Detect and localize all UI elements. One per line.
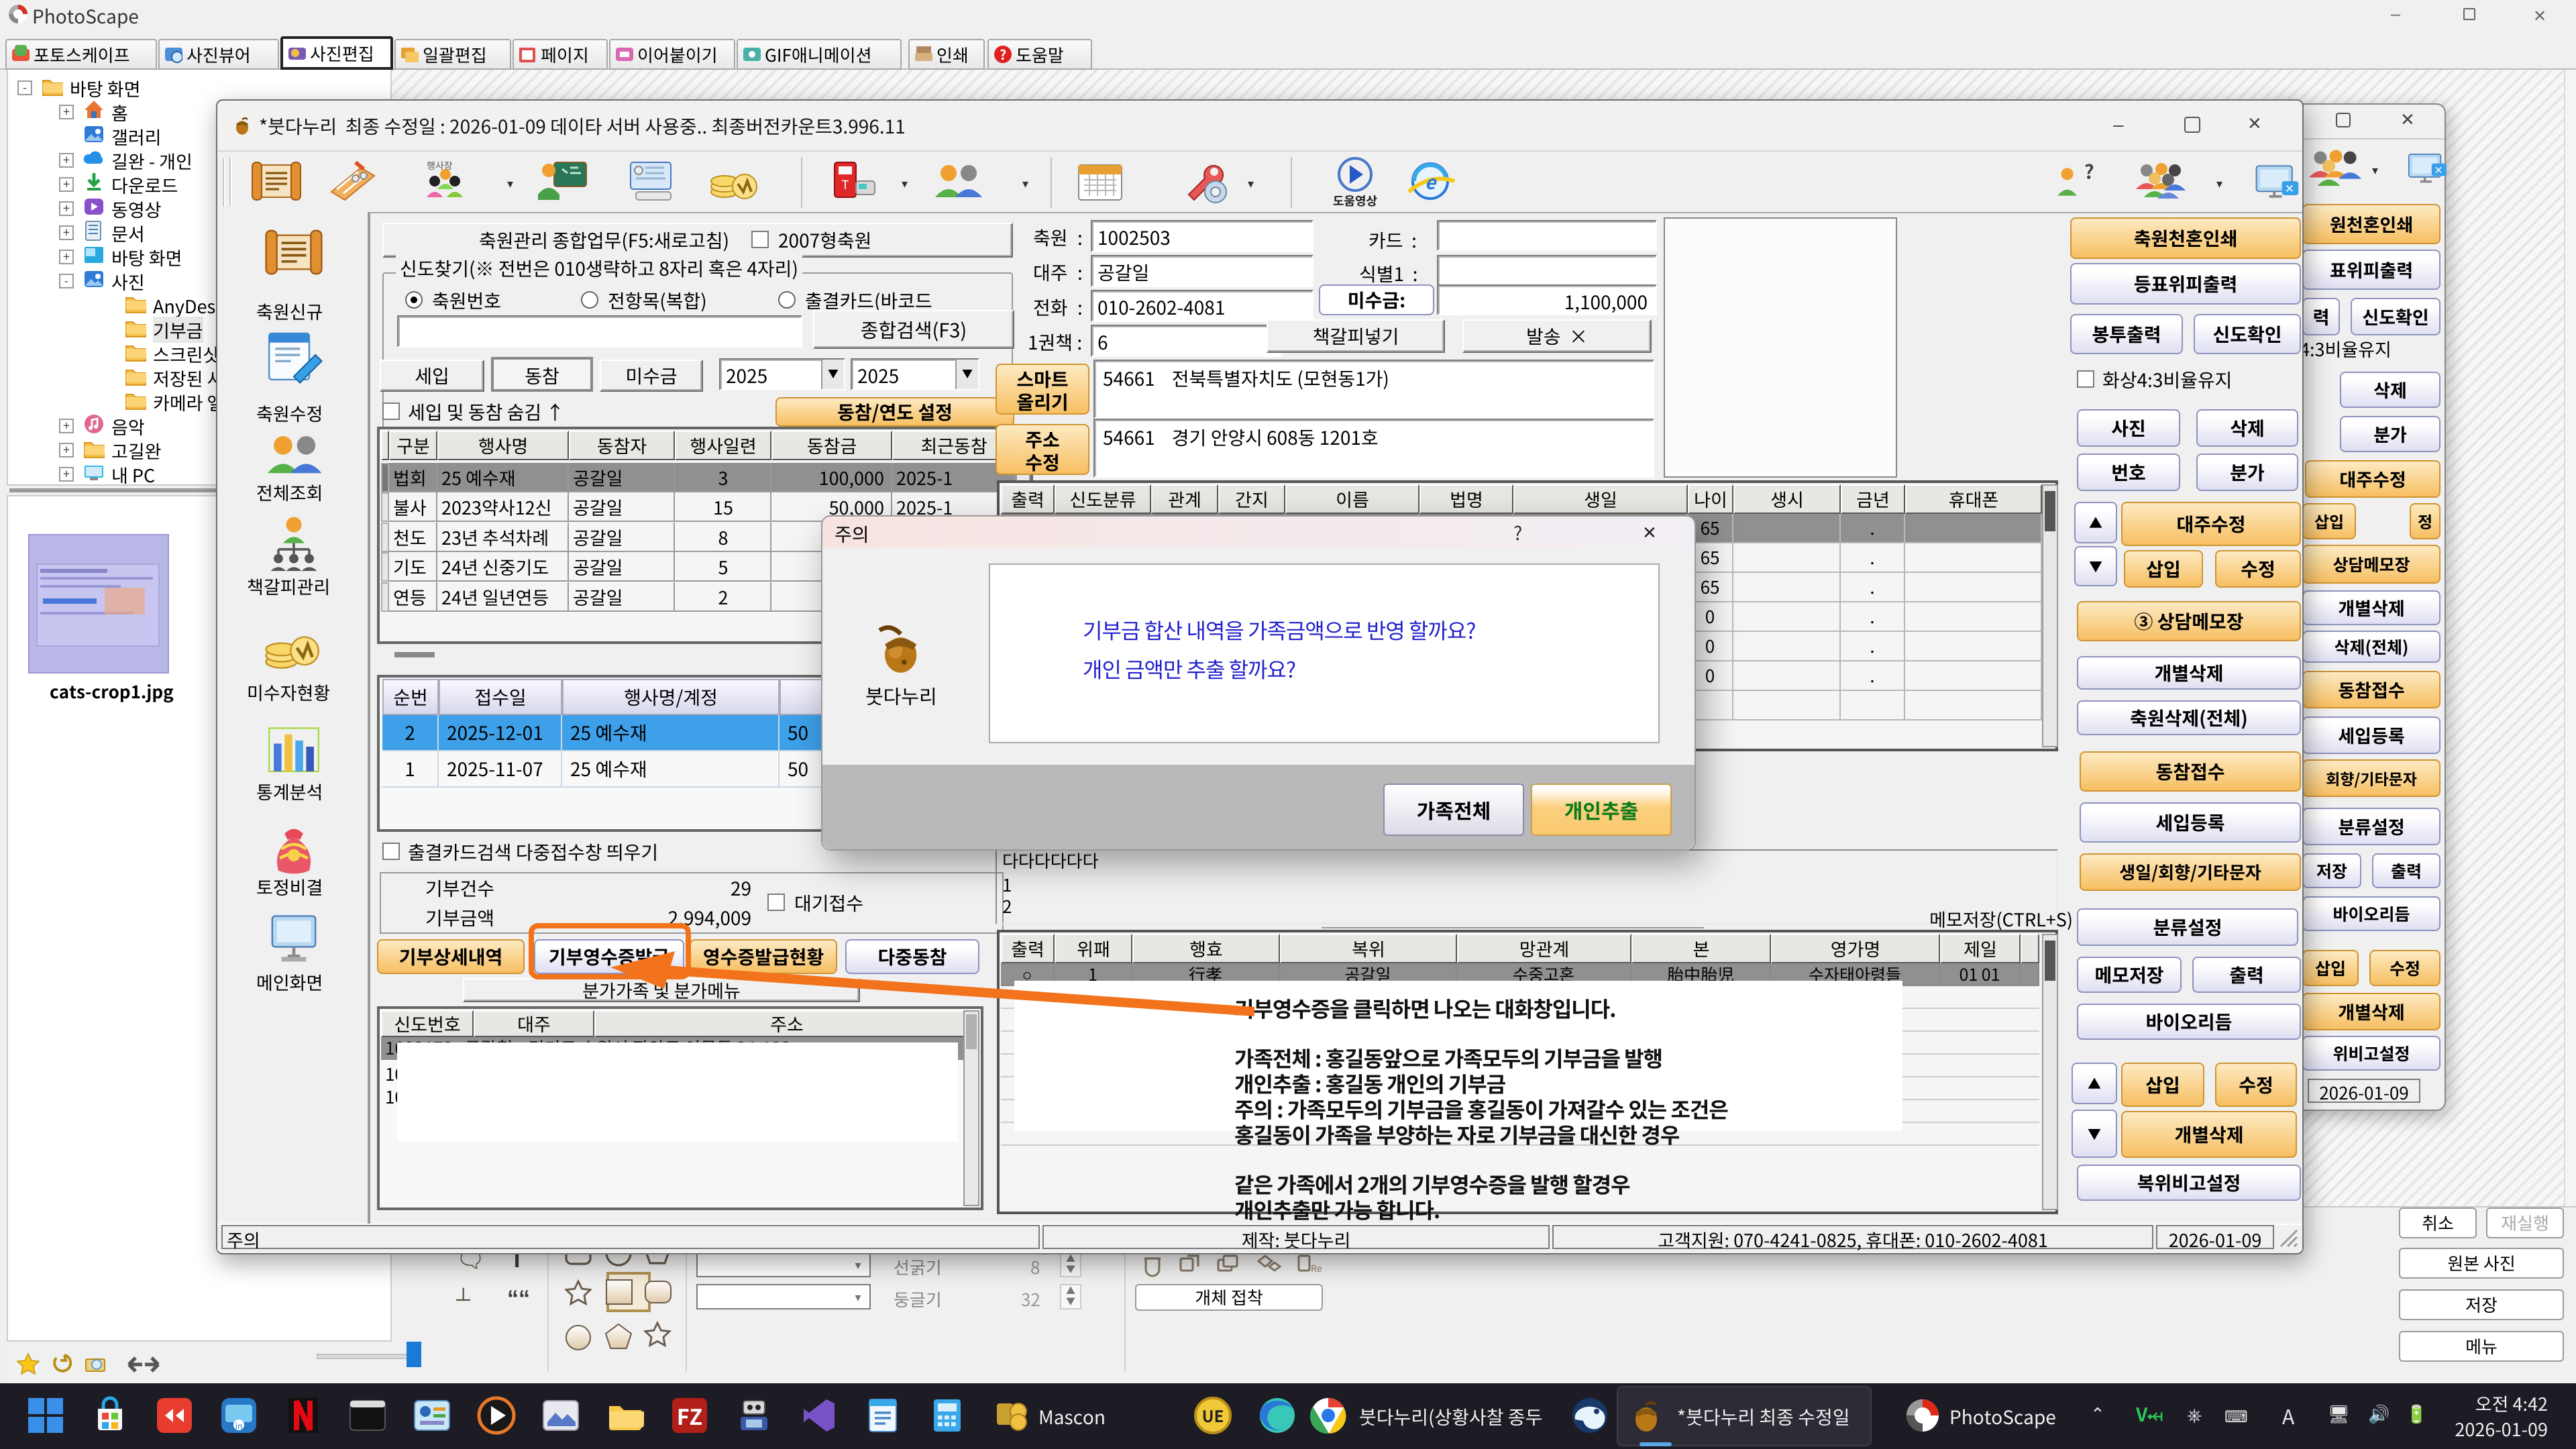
svg-text:Re: Re: [1311, 1262, 1322, 1275]
svg-text:?: ?: [2084, 158, 2094, 185]
svg-text:FZ: FZ: [677, 1401, 702, 1432]
svg-text:e: e: [1425, 168, 1437, 195]
svg-text:도움영상: 도움영상: [1333, 192, 1378, 208]
svg-text:in: in: [235, 1420, 243, 1432]
svg-text:T: T: [842, 176, 849, 193]
svg-text:UE: UE: [1202, 1403, 1224, 1427]
svg-text:✕: ✕: [2434, 162, 2443, 177]
svg-text:✕: ✕: [2285, 179, 2294, 196]
svg-text:?: ?: [1000, 45, 1006, 64]
